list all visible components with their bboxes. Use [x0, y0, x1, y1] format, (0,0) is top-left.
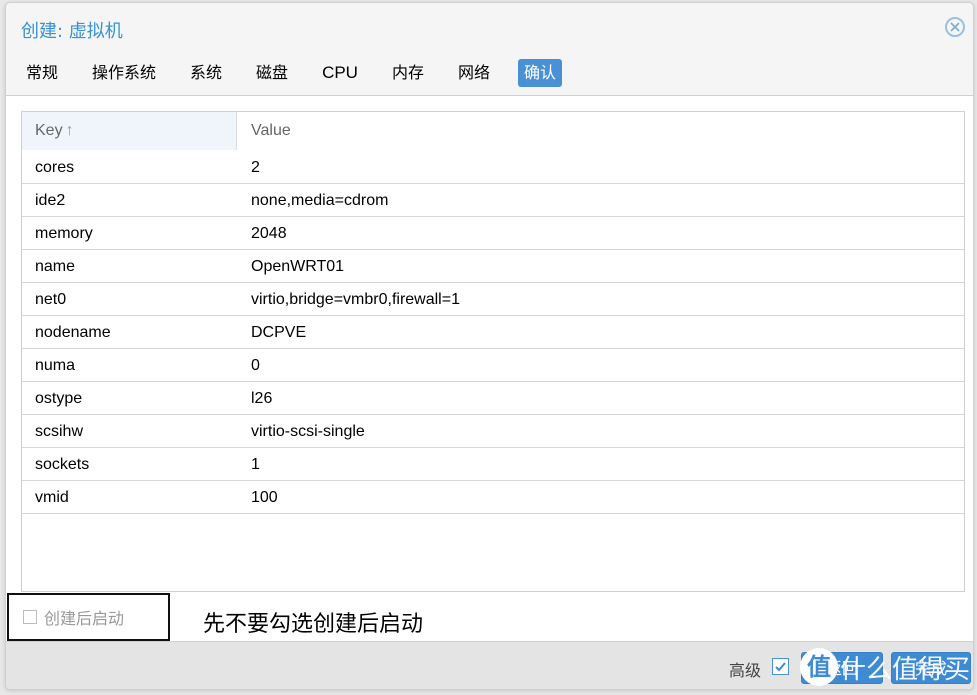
- create-vm-dialog: 创建: 虚拟机 常规 操作系统 系统 磁盘 CPU 内存 网络 确认 Key ↑ …: [5, 2, 974, 690]
- tab-general[interactable]: 常规: [20, 59, 64, 87]
- row-value: 2048: [251, 225, 287, 242]
- table-row[interactable]: net0 virtio,bridge=vmbr0,firewall=1: [22, 283, 964, 316]
- table-row[interactable]: sockets 1: [22, 448, 964, 481]
- table-row[interactable]: nodename DCPVE: [22, 316, 964, 349]
- row-value: none,media=cdrom: [251, 192, 389, 209]
- row-value: 0: [251, 357, 260, 374]
- row-key: memory: [35, 225, 93, 242]
- row-key: ide2: [35, 192, 66, 209]
- row-value: OpenWRT01: [251, 258, 345, 275]
- dialog-title: 创建: 虚拟机: [21, 21, 123, 42]
- row-key: sockets: [35, 456, 90, 473]
- dialog-footer: 高级 返回 完成: [6, 641, 973, 689]
- close-button[interactable]: [945, 17, 965, 37]
- dialog-body: Key ↑ Value cores 2 ide2 none,media=cdrom mem…: [6, 95, 973, 642]
- row-key: numa: [35, 357, 76, 374]
- table-row[interactable]: memory 2048: [22, 217, 964, 250]
- row-key: ostype: [35, 390, 83, 407]
- start-after-create-field: 创建后启动: [7, 593, 170, 641]
- advanced-label: 高级: [729, 661, 762, 680]
- tab-disk[interactable]: 磁盘: [250, 59, 294, 87]
- table-row[interactable]: vmid 100: [22, 481, 964, 514]
- close-icon: [950, 22, 960, 32]
- checkmark-icon: [775, 662, 786, 672]
- row-key: scsihw: [35, 423, 84, 440]
- annotation-text: 先不要勾选创建后启动: [203, 612, 424, 637]
- table-row[interactable]: ostype l26: [22, 382, 964, 415]
- column-header-key[interactable]: Key ↑: [22, 112, 237, 150]
- table-row[interactable]: name OpenWRT01: [22, 250, 964, 283]
- start-after-create-checkbox[interactable]: [23, 610, 37, 624]
- advanced-checkbox[interactable]: [772, 658, 789, 675]
- row-key: name: [35, 258, 76, 275]
- start-after-create-label[interactable]: 创建后启动: [44, 605, 124, 629]
- row-value: DCPVE: [251, 324, 307, 341]
- tab-network[interactable]: 网络: [452, 59, 496, 87]
- table-row[interactable]: cores 2: [22, 151, 964, 184]
- wizard-tabs: 常规 操作系统 系统 磁盘 CPU 内存 网络 确认: [20, 59, 584, 87]
- tab-os[interactable]: 操作系统: [86, 59, 162, 87]
- table-row[interactable]: scsihw virtio-scsi-single: [22, 415, 964, 448]
- tab-system[interactable]: 系统: [184, 59, 228, 87]
- column-key-label: Key: [35, 122, 63, 139]
- row-value: l26: [251, 390, 273, 407]
- row-key: nodename: [35, 324, 111, 341]
- row-value: virtio,bridge=vmbr0,firewall=1: [251, 291, 460, 308]
- tab-confirm[interactable]: 确认: [518, 59, 563, 87]
- finish-button[interactable]: 完成: [891, 652, 971, 684]
- tab-cpu[interactable]: CPU: [316, 59, 364, 87]
- back-button[interactable]: 返回: [801, 652, 883, 684]
- tab-memory[interactable]: 内存: [386, 59, 430, 87]
- row-value: 2: [251, 159, 260, 176]
- row-value: 100: [251, 489, 278, 506]
- summary-grid: Key ↑ Value cores 2 ide2 none,media=cdrom mem…: [21, 111, 965, 592]
- table-row[interactable]: numa 0: [22, 349, 964, 382]
- row-value: 1: [251, 456, 260, 473]
- sort-ascending-icon: ↑: [65, 122, 74, 139]
- row-key: vmid: [35, 489, 69, 506]
- column-header-value[interactable]: Value: [237, 112, 964, 150]
- row-key: net0: [35, 291, 67, 308]
- grid-header: Key ↑ Value: [22, 112, 964, 151]
- grid-rows: cores 2 ide2 none,media=cdrom memory 2048 name…: [22, 151, 964, 514]
- row-key: cores: [35, 159, 75, 176]
- table-row[interactable]: ide2 none,media=cdrom: [22, 184, 964, 217]
- row-value: virtio-scsi-single: [251, 423, 365, 440]
